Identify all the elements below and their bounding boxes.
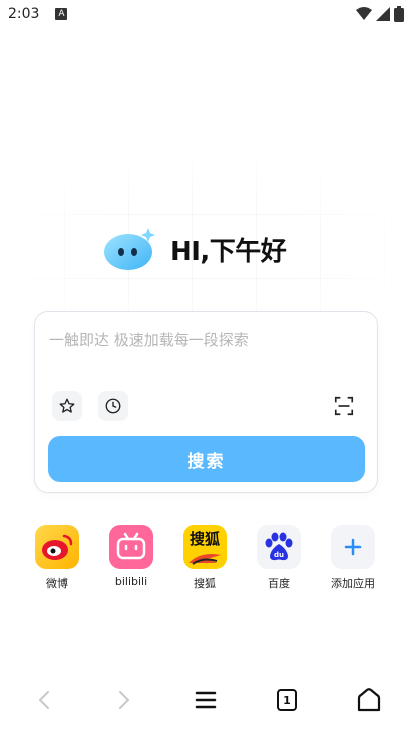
battery-icon (394, 6, 404, 22)
star-icon (59, 398, 75, 413)
bottom-nav: 1 (0, 672, 412, 728)
back-button[interactable] (20, 672, 68, 728)
tabs-icon: 1 (275, 688, 299, 712)
baidu-icon: du (257, 525, 301, 569)
clock-icon (105, 398, 121, 414)
tab-count: 1 (283, 693, 291, 707)
wifi-icon (356, 7, 372, 20)
add-icon (331, 525, 375, 569)
shortcut-baidu[interactable]: du 百度 (247, 525, 311, 591)
tabs-button[interactable]: 1 (263, 672, 311, 728)
forward-button[interactable] (100, 672, 148, 728)
history-button[interactable] (98, 391, 128, 421)
greeting: HI,下午好 (104, 226, 287, 272)
chevron-right-icon (119, 691, 129, 709)
shortcut-label: 搜狐 (194, 577, 216, 590)
search-button[interactable]: 搜索 (48, 436, 365, 482)
home-button[interactable] (345, 672, 393, 728)
shortcut-label: 微博 (46, 577, 68, 590)
sohu-icon-text: 搜狐 (189, 530, 220, 548)
shortcut-label: 添加应用 (331, 577, 375, 590)
scan-icon (334, 396, 354, 416)
menu-icon (195, 691, 217, 709)
search-card: 搜索 (34, 311, 378, 493)
shortcut-add-app[interactable]: 添加应用 (321, 525, 385, 591)
notification-a-icon: A (55, 8, 68, 20)
shortcut-sohu[interactable]: 搜狐 搜狐 (173, 525, 237, 591)
chevron-left-icon (39, 691, 49, 709)
status-indicators (356, 6, 404, 22)
shortcut-bilibili[interactable]: bilibili (99, 525, 163, 588)
sohu-icon: 搜狐 (183, 525, 227, 569)
shortcut-label: 百度 (268, 577, 290, 590)
signal-icon (376, 7, 390, 21)
shortcut-grid: 微博 bilibili 搜狐 搜狐 du 百度 添加应用 (0, 525, 412, 595)
bookmark-button[interactable] (52, 391, 82, 421)
greeting-text: HI,下午好 (170, 236, 287, 267)
search-input[interactable] (49, 328, 359, 352)
menu-button[interactable] (182, 672, 230, 728)
status-bar: 2:03 A (0, 0, 412, 28)
baidu-icon-text: du (274, 551, 284, 559)
home-icon (357, 688, 381, 712)
scan-button[interactable] (329, 391, 359, 421)
status-time: 2:03 (8, 6, 40, 22)
shortcut-label: bilibili (114, 575, 148, 588)
shortcut-weibo[interactable]: 微博 (25, 525, 89, 591)
bilibili-icon (109, 525, 153, 569)
weibo-icon (35, 525, 79, 569)
mascot-icon (104, 226, 156, 272)
